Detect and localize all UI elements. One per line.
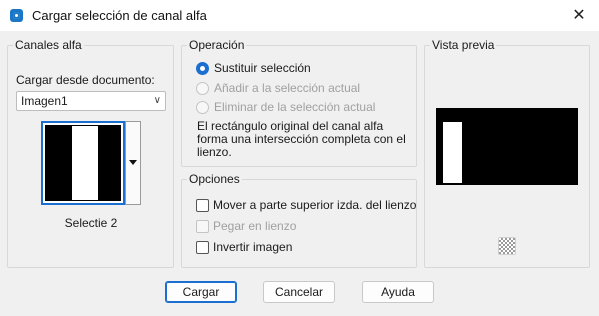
- cancel-button[interactable]: Cancelar: [263, 281, 335, 303]
- checkerboard-icon[interactable]: [498, 237, 516, 255]
- app-icon: [10, 9, 23, 22]
- load-button[interactable]: Cargar: [165, 281, 237, 303]
- chevron-down-icon: ∨: [153, 95, 161, 106]
- alpha-channels-label: Canales alfa: [13, 38, 84, 52]
- thumbnail-dropdown-button[interactable]: [125, 121, 141, 205]
- channel-thumbnail[interactable]: [41, 121, 125, 205]
- preview-selection-rect: [443, 122, 462, 183]
- document-select[interactable]: Imagen1 ∨: [16, 91, 166, 111]
- preview-label: Vista previa: [430, 38, 497, 52]
- close-button[interactable]: ✕: [567, 4, 591, 26]
- options-label: Opciones: [187, 172, 242, 186]
- operation-description: El rectángulo original del canal alfa fo…: [197, 119, 406, 159]
- check-paste-canvas-label: Pegar en lienzo: [213, 219, 297, 233]
- radio-remove-selection[interactable]: Eliminar de la selección actual: [196, 100, 375, 114]
- radio-replace-label: Sustituir selección: [214, 61, 311, 75]
- preview-image: [436, 108, 578, 185]
- operation-label: Operación: [187, 38, 247, 52]
- check-invert-image[interactable]: Invertir imagen: [196, 240, 292, 254]
- help-button[interactable]: Ayuda: [362, 281, 434, 303]
- document-select-value: Imagen1: [21, 94, 68, 108]
- check-move-top-left[interactable]: Mover a parte superior izda. del lienzo: [196, 198, 416, 212]
- radio-remove-label: Eliminar de la selección actual: [214, 100, 376, 114]
- radio-replace-selection[interactable]: Sustituir selección: [196, 61, 311, 75]
- check-paste-canvas[interactable]: Pegar en lienzo: [196, 219, 296, 233]
- window-title: Cargar selección de canal alfa: [32, 8, 207, 23]
- channel-name: Selectie 2: [64, 216, 118, 230]
- check-move-top-left-label: Mover a parte superior izda. del lienzo: [213, 198, 417, 212]
- check-invert-image-label: Invertir imagen: [213, 240, 293, 254]
- channel-thumbnail-image: [45, 125, 121, 201]
- title-bar: Cargar selección de canal alfa ✕: [0, 0, 599, 31]
- load-from-document-label: Cargar desde documento:: [16, 73, 155, 87]
- radio-add-selection[interactable]: Añadir a la selección actual: [196, 81, 360, 95]
- radio-add-label: Añadir a la selección actual: [214, 81, 361, 95]
